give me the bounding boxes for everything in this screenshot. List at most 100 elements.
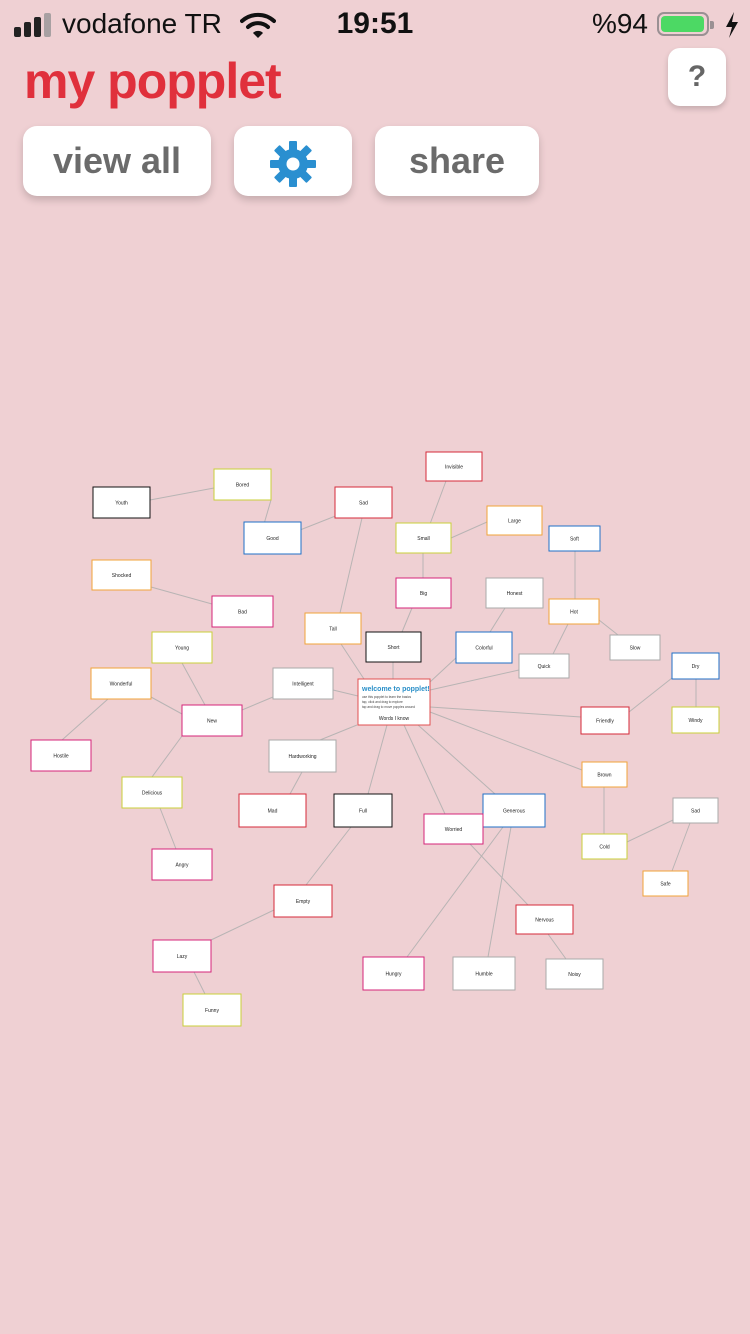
popple-colorful[interactable]: Colorful [455, 631, 513, 664]
popple-hostile[interactable]: Hostile [30, 739, 92, 772]
connection-line [429, 711, 583, 771]
popple-noisy[interactable]: Noisy [545, 958, 604, 990]
popple-angry[interactable]: Angry [151, 848, 213, 881]
popple-label: Honest [507, 591, 523, 597]
connection-line [429, 480, 447, 525]
popple-worried[interactable]: Worried [423, 813, 484, 845]
popple-label: Dry [692, 664, 700, 670]
popple-brown[interactable]: Brown [581, 761, 628, 788]
popple-label: Full [359, 809, 367, 815]
popple-shocked[interactable]: Shocked [91, 559, 152, 591]
popple-intelligent[interactable]: Intelligent [272, 667, 334, 700]
popple-label: Small [417, 536, 430, 542]
popple-label: Lazy [177, 954, 188, 960]
popple-hungry[interactable]: Hungry [362, 956, 425, 991]
popple-honest[interactable]: Honest [485, 577, 544, 609]
popple-friendly[interactable]: Friendly [580, 706, 630, 735]
popple-generous[interactable]: Generous [482, 793, 546, 828]
popple-lazy[interactable]: Lazy [152, 939, 212, 973]
popple-full[interactable]: Full [333, 793, 393, 828]
popple-big[interactable]: Big [395, 577, 452, 609]
connection-line [429, 669, 520, 691]
connection-line [401, 607, 413, 633]
popple-wonderful[interactable]: Wonderful [90, 667, 152, 700]
popple-mad[interactable]: Mad [238, 793, 307, 828]
popple-label: Wonderful [110, 682, 133, 688]
popple-tall[interactable]: Tall [304, 612, 362, 645]
popple-label: Hot [570, 610, 578, 616]
connection-line [340, 643, 365, 680]
popple-windy[interactable]: Windy [671, 706, 720, 734]
popple-invisible[interactable]: Invisible [425, 451, 483, 482]
popple-label: Youth [115, 501, 128, 507]
popple-cold[interactable]: Cold [581, 833, 628, 860]
popple-nervous[interactable]: Nervous [515, 904, 574, 935]
popple-quick[interactable]: Quick [518, 653, 570, 679]
welcome-title: welcome to popplet! [361, 686, 430, 693]
popple-delicious[interactable]: Delicious [121, 776, 183, 809]
popple-label: Hostile [53, 754, 69, 760]
connection-line [305, 826, 352, 886]
popple-label: Bad [238, 610, 247, 616]
welcome-popple[interactable]: welcome to popplet! use this popplet to … [357, 678, 431, 726]
welcome-line-3: tap and drag to move popples around [362, 705, 415, 709]
popple-safe[interactable]: Safe [642, 870, 689, 897]
popple-hot[interactable]: Hot [548, 598, 600, 625]
connection-line [339, 517, 363, 614]
popple-label: Empty [296, 899, 311, 905]
popple-label: Hungry [385, 972, 402, 978]
popple-bad[interactable]: Bad [211, 595, 274, 628]
popple-label: Noisy [568, 972, 581, 978]
popple-youth[interactable]: Youth [92, 486, 151, 519]
connection-line [671, 822, 691, 872]
popple-small[interactable]: Small [395, 522, 452, 554]
popple-empty[interactable]: Empty [273, 884, 333, 918]
popple-label: Windy [689, 718, 703, 724]
popple-label: Big [420, 591, 427, 597]
popple-soft[interactable]: Soft [548, 525, 601, 552]
popple-new[interactable]: New [181, 704, 243, 737]
popple-label: Young [175, 646, 189, 652]
connection-line [299, 514, 339, 531]
popple-bored[interactable]: Bored [213, 468, 272, 501]
popple-hardworking[interactable]: Hardworking [268, 739, 337, 773]
popple-short[interactable]: Short [365, 631, 422, 663]
popple-label: Worried [445, 827, 463, 833]
popple-dry[interactable]: Dry [671, 652, 720, 680]
connection-line [598, 619, 619, 636]
popple-label: Generous [503, 809, 525, 815]
popple-good[interactable]: Good [243, 521, 302, 555]
connection-line [626, 819, 674, 843]
connection-line [547, 933, 567, 960]
popple-humble[interactable]: Humble [452, 956, 516, 991]
connection-line [151, 735, 183, 778]
popple-sad[interactable]: Sad [334, 486, 393, 519]
popple-label: Tall [329, 627, 337, 633]
connection-line [319, 724, 358, 741]
popple-label: Quick [538, 664, 551, 670]
popple-sad[interactable]: Sad [672, 797, 719, 824]
connection-line [429, 655, 459, 683]
connection-lines [61, 480, 697, 995]
connection-line [159, 807, 177, 850]
popple-label: Slow [630, 646, 641, 652]
connection-line [263, 499, 272, 525]
connection-line [181, 662, 206, 706]
popple-label: Colorful [475, 646, 492, 652]
welcome-line-1: use this popplet to learn the basics [362, 695, 411, 699]
connection-line [193, 971, 206, 995]
popple-label: Brown [597, 773, 611, 779]
welcome-line-2: tap, click and drag to explore [362, 700, 403, 704]
popplet-map-canvas[interactable]: Invisible Youth Bored Sad Good Small Large Soft… [0, 0, 750, 1334]
popple-young[interactable]: Young [151, 631, 213, 664]
connection-line [149, 487, 215, 501]
popple-large[interactable]: Large [486, 505, 543, 536]
connection-line [406, 826, 504, 958]
popple-label: Hardworking [288, 754, 316, 760]
connection-line [61, 698, 109, 741]
connection-line [367, 724, 388, 795]
popple-slow[interactable]: Slow [609, 634, 661, 661]
connection-line [241, 696, 274, 711]
popple-funny[interactable]: Funny [182, 993, 242, 1027]
popple-label: Intelligent [292, 682, 314, 688]
